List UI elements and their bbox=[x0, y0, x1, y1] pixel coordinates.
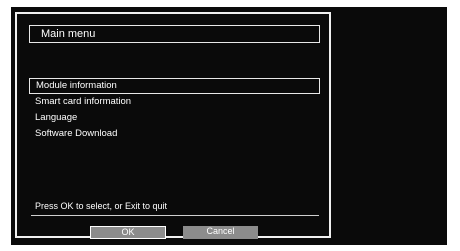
menu-item-software-download[interactable]: Software Download bbox=[29, 126, 320, 142]
tv-screen: Main menu Module information Smart card … bbox=[11, 7, 447, 245]
cancel-button[interactable]: Cancel bbox=[183, 226, 258, 239]
divider bbox=[31, 215, 319, 216]
ok-button[interactable]: OK bbox=[90, 226, 166, 239]
menu-item-language[interactable]: Language bbox=[29, 110, 320, 126]
menu-list: Module information Smart card informatio… bbox=[29, 78, 320, 142]
main-menu-dialog: Main menu Module information Smart card … bbox=[15, 12, 331, 239]
menu-item-module-information[interactable]: Module information bbox=[29, 78, 320, 94]
dialog-title: Main menu bbox=[29, 25, 320, 43]
menu-item-smart-card-information[interactable]: Smart card information bbox=[29, 94, 320, 110]
hint-text: Press OK to select, or Exit to quit bbox=[35, 201, 168, 211]
